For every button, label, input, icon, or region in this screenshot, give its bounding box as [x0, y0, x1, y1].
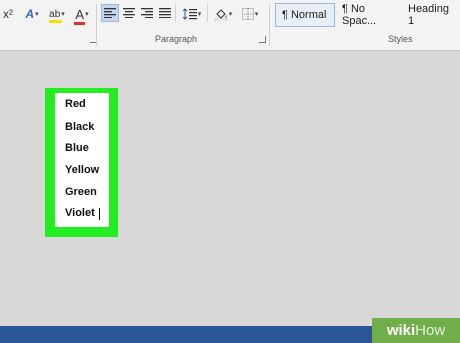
style-normal[interactable]: ¶ Normal [275, 3, 335, 27]
borders-icon [241, 8, 254, 20]
watermark-wiki: wiki [386, 322, 416, 339]
align-right-button[interactable] [138, 4, 156, 22]
text-effects-icon: A [25, 7, 35, 21]
inline-separator [207, 4, 208, 22]
chevron-down-icon: ▾ [85, 11, 89, 18]
word-green: Green [65, 186, 97, 198]
group-separator [96, 4, 97, 46]
align-left-icon [104, 8, 116, 18]
line-spacing-icon [182, 8, 197, 20]
highlight-color-button[interactable]: ab ▾ [45, 4, 69, 24]
watermark-how: How [415, 322, 446, 339]
style-heading-1[interactable]: Heading 1 [402, 3, 460, 27]
shading-button[interactable]: ▾ [210, 4, 236, 24]
paragraph-group-label: Paragraph [155, 34, 198, 44]
paragraph-dialog-launcher-icon[interactable] [259, 36, 266, 43]
ribbon: x² A ▾ ab ▾ A ▾ ▾ ▾ ▾ Paragraph ¶ Normal ¶ … [0, 0, 460, 51]
word-yellow: Yellow [65, 164, 100, 176]
style-no-spacing[interactable]: ¶ No Spac... [336, 3, 402, 27]
justify-button[interactable] [156, 4, 174, 22]
line-spacing-button[interactable]: ▾ [179, 4, 205, 24]
style-no-spacing-label: ¶ No Spac... [342, 3, 377, 27]
group-separator [269, 4, 270, 46]
highlighter-icon: ab [49, 9, 63, 23]
font-color-icon: A [74, 7, 86, 25]
chevron-down-icon: ▾ [228, 11, 233, 18]
paint-bucket-icon [214, 8, 227, 21]
word-black: Black [65, 121, 95, 133]
chevron-down-icon: ▾ [197, 11, 202, 18]
wikihow-watermark: wiki How [372, 318, 460, 343]
superscript-label: x² [3, 7, 13, 21]
styles-group-label: Styles [388, 34, 413, 44]
align-center-icon [123, 8, 135, 18]
word-blue: Blue [65, 142, 89, 154]
superscript-button[interactable]: x² [0, 4, 16, 24]
word-red: Red [65, 98, 86, 110]
text-cursor [99, 208, 100, 220]
justify-icon [159, 8, 171, 18]
font-color-button[interactable]: A ▾ [70, 4, 94, 25]
align-left-button[interactable] [101, 4, 119, 22]
align-center-button[interactable] [120, 4, 138, 22]
style-normal-label: ¶ Normal [282, 9, 327, 21]
borders-button[interactable]: ▾ [238, 4, 262, 24]
chevron-down-icon: ▾ [254, 11, 259, 18]
chevron-down-icon: ▾ [61, 11, 65, 18]
text-effects-button[interactable]: A ▾ [20, 4, 44, 24]
style-heading-1-label: Heading 1 [408, 3, 449, 27]
align-right-icon [141, 8, 153, 18]
inline-separator [175, 4, 176, 22]
word-violet: Violet [65, 207, 95, 219]
chevron-down-icon: ▾ [35, 11, 39, 18]
